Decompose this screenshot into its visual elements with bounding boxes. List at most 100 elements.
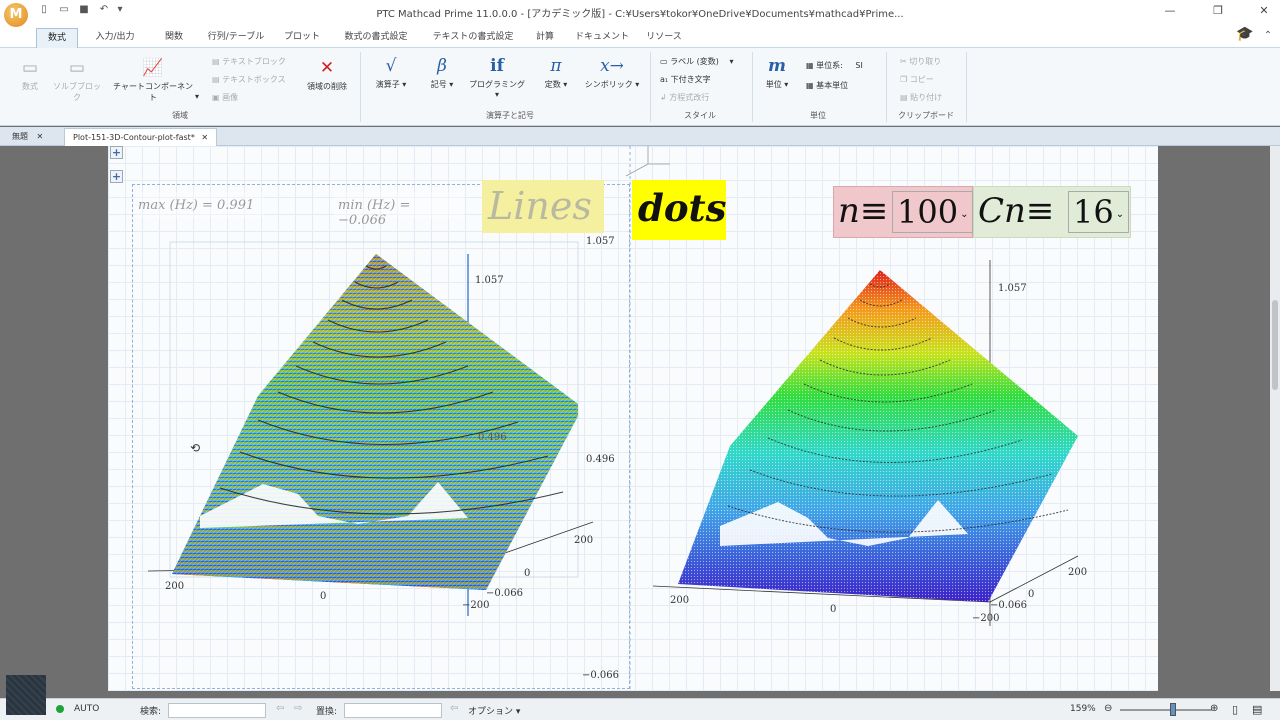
unit-m-icon: m xyxy=(768,56,786,76)
if-icon: if xyxy=(490,56,504,76)
right-gutter xyxy=(1158,146,1280,691)
close-tab-icon[interactable]: ✕ xyxy=(201,133,208,142)
mathcad-logo[interactable]: M xyxy=(4,3,28,27)
zoom-in-icon[interactable]: ⊕ xyxy=(1210,703,1218,714)
zoom-level: 159% xyxy=(1070,704,1096,714)
text-block-button[interactable]: ▤ テキストブロック xyxy=(212,56,286,67)
ribbon-separator xyxy=(886,52,887,122)
find-previous-icon[interactable]: ⇦ xyxy=(276,703,284,714)
equation-break-button[interactable]: ↲ 方程式改行 xyxy=(660,92,709,103)
minimize-icon[interactable]: — xyxy=(1160,3,1180,19)
close-icon[interactable]: ✕ xyxy=(1254,3,1274,19)
close-tab-icon[interactable]: ✕ xyxy=(37,132,44,141)
tab-math[interactable]: 数式 xyxy=(36,28,78,48)
zoom-slider-thumb[interactable] xyxy=(1170,703,1176,716)
region-group-label: 領域 xyxy=(172,111,188,120)
programming-button[interactable]: if プログラミング ▾ xyxy=(466,56,528,99)
constants-button[interactable]: π 定数 ▾ xyxy=(536,56,576,90)
zoom-slider-track[interactable] xyxy=(1120,709,1212,711)
status-bar: AUTO 検索: ⇦ ⇨ 置換: ⇦ オプション ▾ 159% ⊖ ⊕ ▯ ▤ xyxy=(0,675,1280,720)
right-y-200-label: 200 xyxy=(1068,567,1087,578)
right-z-top-label: 1.057 xyxy=(998,283,1027,294)
tab-document[interactable]: ドキュメント xyxy=(574,28,630,48)
chart-component-button[interactable]: 📈 チャートコンポーネント xyxy=(110,58,196,103)
label-dropdown[interactable]: ▭ ラベル (変数) ▾ xyxy=(660,56,733,67)
chart-icon: 📈 xyxy=(142,58,164,78)
options-dropdown[interactable]: オプション ▾ xyxy=(468,704,520,717)
operators-group-label: 演算子と記号 xyxy=(486,111,534,120)
units-group-label: 単位 xyxy=(810,111,826,120)
left-x-200-label: 200 xyxy=(165,581,184,592)
base-units-button[interactable]: ▦ 基本単位 xyxy=(806,80,848,91)
tab-matrices-tables[interactable]: 行列/テーブル xyxy=(204,28,268,48)
units-button[interactable]: m 単位 ▾ xyxy=(760,56,794,90)
tab-resources[interactable]: リソース xyxy=(642,28,686,48)
x-arrow-icon: x→ xyxy=(600,56,624,76)
left-x-0-label: 0 xyxy=(320,591,326,602)
math-region-button[interactable]: ▭ 数式 xyxy=(12,58,48,92)
tab-text-formatting[interactable]: テキストの書式設定 xyxy=(428,28,518,48)
symbols-button[interactable]: β 記号 ▾ xyxy=(422,56,462,90)
left-y-neg200-label: −200 xyxy=(462,600,489,611)
zoom-out-icon[interactable]: ⊖ xyxy=(1104,703,1112,714)
graduation-cap-icon[interactable]: 🎓 xyxy=(1236,27,1254,44)
replace-icon[interactable]: ⇦ xyxy=(450,703,458,714)
replace-label: 置換: xyxy=(316,707,338,717)
calc-status-indicator-icon xyxy=(56,705,64,713)
operators-button[interactable]: √ 演算子 ▾ xyxy=(368,56,414,90)
axes-triad xyxy=(625,146,670,177)
sqrt-icon: √ xyxy=(385,56,397,76)
vertical-scrollbar[interactable] xyxy=(1270,146,1280,691)
delete-regions-button[interactable]: ✕ 領域の削除 xyxy=(300,58,354,92)
clipboard-group-label: クリップボード xyxy=(898,111,954,120)
worksheet-canvas[interactable]: + + max (Hz) = 0.991 min (Hz) = −0.066 L… xyxy=(108,146,1158,691)
left-gutter xyxy=(0,146,108,691)
replace-input[interactable] xyxy=(344,703,442,718)
plots-svg: 1.057 0.496 200 0 200 0 −0.066 −200 1.05… xyxy=(147,146,1087,691)
unit-system-selector[interactable]: ▦ 単位系: SI xyxy=(806,60,863,71)
window-title: PTC Mathcad Prime 11.0.0.0 - [アカデミック版] -… xyxy=(376,9,904,20)
search-label: 検索: xyxy=(140,707,162,717)
ribbon-separator xyxy=(650,52,651,122)
right-surface-dots xyxy=(678,270,1078,602)
thumbnail-preview xyxy=(6,675,46,715)
subscript-button[interactable]: a₁ 下付き文字 xyxy=(660,74,711,85)
right-z-neg-label: −0.066 xyxy=(990,600,1027,611)
symbolics-button[interactable]: x→ シンボリック ▾ xyxy=(582,56,642,90)
cut-button[interactable]: ✂ 切り取り xyxy=(900,56,941,67)
tab-input-output[interactable]: 入力/出力 xyxy=(88,28,142,48)
left-z-mid-label: 0.496 xyxy=(478,432,507,443)
page-view-icon[interactable]: ▯ xyxy=(1232,703,1238,716)
ribbon-separator xyxy=(966,52,967,122)
right-3d-contour-plot[interactable] xyxy=(652,260,1079,626)
copy-button[interactable]: ❐ コピー xyxy=(900,74,934,85)
right-x-0-label: 0 xyxy=(830,604,836,615)
text-box-button[interactable]: ▤ テキストボックス xyxy=(212,74,286,85)
tab-math-formatting[interactable]: 数式の書式設定 xyxy=(336,28,416,48)
left-z-neg-label: −0.066 xyxy=(486,588,523,599)
scrollbar-thumb[interactable] xyxy=(1272,300,1278,390)
title-bar: M ▯ ▭ ■ ↶ ▾ PTC Mathcad Prime 11.0.0.0 -… xyxy=(0,0,1280,27)
ribbon: ▭ 数式 ▭ ソルブブロック 📈 チャートコンポーネント ▾ ▤ テキストブロック ▤… xyxy=(0,48,1280,126)
chart-component-dropdown-icon[interactable]: ▾ xyxy=(195,92,199,101)
doc-tab-plot-151[interactable]: Plot-151-3D-Contour-plot-fast* ✕ xyxy=(64,128,218,146)
restore-icon[interactable]: ❐ xyxy=(1208,3,1228,19)
tab-plots[interactable]: プロット xyxy=(282,28,322,48)
search-input[interactable] xyxy=(168,703,266,718)
calc-mode-label[interactable]: AUTO xyxy=(74,704,99,714)
math-region-icon: ▭ xyxy=(21,58,39,78)
right-x-200-label: 200 xyxy=(670,595,689,606)
draft-view-icon[interactable]: ▤ xyxy=(1252,703,1262,716)
doc-tab-untitled[interactable]: 無題 ✕ xyxy=(4,128,51,146)
solve-block-button[interactable]: ▭ ソルブブロック xyxy=(52,58,102,103)
find-next-icon[interactable]: ⇨ xyxy=(294,703,302,714)
left-side-mid-label: 0.496 xyxy=(586,454,615,465)
solve-block-icon: ▭ xyxy=(68,58,86,78)
tab-functions[interactable]: 関数 xyxy=(156,28,192,48)
tab-calculation[interactable]: 計算 xyxy=(530,28,560,48)
left-3d-contour-plot[interactable] xyxy=(147,241,594,616)
paste-button[interactable]: ▤ 貼り付け xyxy=(900,92,942,103)
collapse-ribbon-icon[interactable]: ⌃ xyxy=(1262,30,1274,42)
delete-region-icon: ✕ xyxy=(319,58,335,78)
image-button[interactable]: ▣ 画像 xyxy=(212,92,238,103)
